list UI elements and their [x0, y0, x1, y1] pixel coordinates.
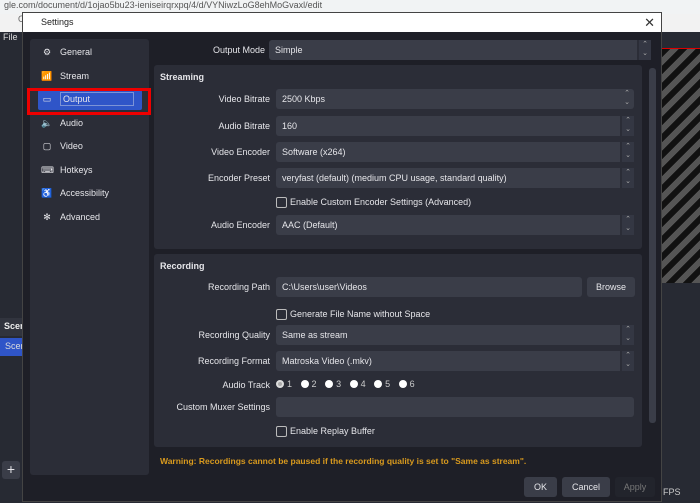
recording-group: Recording Recording Path C:\Users\user\V…: [154, 254, 642, 447]
settings-dialog: Settings ✕ ⚙ General 📶 Stream ▭ Output 🔈 Aud…: [22, 12, 662, 502]
recording-format-label: Recording Format: [197, 356, 270, 366]
sidebar-item-stream[interactable]: 📶 Stream: [38, 67, 142, 87]
video-bitrate-spinbox[interactable]: 2500 Kbps ⌃ ⌄: [276, 89, 634, 109]
output-mode-select[interactable]: Simple ⌃ ⌄: [269, 40, 651, 60]
custom-encoder-checkbox[interactable]: Enable Custom Encoder Settings (Advanced…: [276, 197, 471, 208]
speaker-icon: 🔈: [41, 118, 53, 128]
apply-button[interactable]: Apply: [615, 477, 655, 497]
scrollbar[interactable]: [649, 68, 656, 423]
audio-encoder-select[interactable]: AAC (Default) ⌃ ⌄: [276, 215, 634, 235]
audio-track-radio-6[interactable]: 6: [398, 379, 415, 389]
recording-title: Recording: [160, 261, 205, 271]
encoder-preset-label: Encoder Preset: [207, 173, 270, 183]
dialog-title-bar: Settings ✕: [23, 13, 661, 32]
antenna-icon: 📶: [41, 71, 53, 81]
encoder-preset-select[interactable]: veryfast (default) (medium CPU usage, st…: [276, 168, 634, 188]
sidebar-item-label: Hotkeys: [60, 165, 93, 175]
chevron-updown-icon: ⌃ ⌄: [620, 168, 634, 188]
monitor-icon: ▢: [42, 141, 52, 151]
sidebar-item-label: Audio: [60, 118, 84, 128]
radio-icon: [325, 380, 334, 388]
dialog-title: Settings: [41, 17, 74, 27]
recording-quality-value: Same as stream: [282, 330, 348, 340]
browse-button[interactable]: Browse: [587, 277, 635, 297]
audio-encoder-value: AAC (Default): [282, 220, 338, 230]
chevron-updown-icon: ⌃ ⌄: [620, 215, 634, 235]
video-encoder-label: Video Encoder: [211, 147, 270, 157]
warning-text: Warning: Recordings cannot be paused if …: [160, 456, 527, 466]
sidebar-item-label: Stream: [60, 71, 90, 81]
encoder-preset-value: veryfast (default) (medium CPU usage, st…: [282, 173, 507, 183]
output-mode-label: Output Mode: [212, 45, 265, 55]
video-bitrate-value: 2500 Kbps: [282, 94, 326, 104]
chevron-updown-icon: ⌃ ⌄: [620, 116, 634, 136]
cancel-button[interactable]: Cancel: [562, 477, 610, 497]
radio-icon: [398, 380, 407, 388]
ok-button[interactable]: OK: [524, 477, 557, 497]
radio-icon: [349, 380, 358, 388]
video-encoder-select[interactable]: Software (x264) ⌃ ⌄: [276, 142, 634, 162]
recording-format-select[interactable]: Matroska Video (.mkv) ⌃ ⌄: [276, 351, 634, 371]
sidebar-item-hotkeys[interactable]: ⌨ Hotkeys: [38, 161, 142, 181]
audio-bitrate-select[interactable]: 160 ⌃ ⌄: [276, 116, 634, 136]
output-mode-value: Simple: [275, 45, 303, 55]
custom-muxer-label: Custom Muxer Settings: [176, 402, 270, 412]
custom-muxer-input[interactable]: [276, 397, 634, 417]
no-space-checkbox[interactable]: Generate File Name without Space: [276, 309, 430, 320]
sidebar-item-audio[interactable]: 🔈 Audio: [38, 114, 142, 134]
sidebar-item-label: Advanced: [60, 212, 101, 222]
video-encoder-value: Software (x264): [282, 147, 346, 157]
preview-area: [662, 48, 700, 283]
recording-path-value: C:\Users\user\Videos: [282, 282, 367, 292]
audio-track-radio-1[interactable]: 1: [276, 379, 292, 389]
sidebar-item-label: Video: [60, 141, 83, 151]
audio-track-radio-2[interactable]: 2: [300, 379, 317, 389]
audio-encoder-label: Audio Encoder: [210, 220, 270, 230]
audio-track-radio-5[interactable]: 5: [374, 379, 390, 389]
streaming-group: Streaming Video Bitrate 2500 Kbps ⌃ ⌄ Audi…: [154, 65, 642, 249]
fps-label: FPS: [663, 487, 681, 497]
audio-track-radio-4[interactable]: 4: [349, 379, 366, 389]
sidebar-item-label: Accessibility: [60, 188, 110, 198]
highlight-box: [27, 88, 151, 115]
sidebar-item-advanced[interactable]: ✻ Advanced: [38, 208, 142, 228]
scenes-dock-title: Scenes: [0, 318, 22, 336]
recording-quality-select[interactable]: Same as stream ⌃ ⌄: [276, 325, 634, 345]
accessibility-icon: ♿: [41, 188, 53, 198]
add-scene-button[interactable]: +: [2, 461, 20, 479]
replay-buffer-checkbox[interactable]: Enable Replay Buffer: [276, 426, 375, 437]
recording-path-label: Recording Path: [207, 282, 270, 292]
audio-track-radio-3[interactable]: 3: [325, 379, 341, 389]
streaming-title: Streaming: [160, 72, 205, 82]
recording-path-input[interactable]: C:\Users\user\Videos: [276, 277, 582, 297]
sidebar-item-general[interactable]: ⚙ General: [38, 43, 142, 63]
advanced-icon: ✻: [43, 212, 51, 222]
keyboard-icon: ⌨: [41, 165, 54, 175]
chevron-updown-icon: ⌃ ⌄: [620, 325, 634, 345]
sidebar-item-video[interactable]: ▢ Video: [38, 137, 142, 157]
radio-icon: [300, 380, 309, 388]
recording-quality-label: Recording Quality: [198, 330, 270, 340]
recording-format-value: Matroska Video (.mkv): [282, 356, 372, 366]
audio-track-label: Audio Track: [222, 380, 270, 390]
radio-selected-icon: [276, 380, 284, 388]
audio-bitrate-label: Audio Bitrate: [218, 121, 270, 131]
spin-arrows-icon[interactable]: ⌃ ⌄: [620, 89, 634, 109]
sidebar-item-accessibility[interactable]: ♿ Accessibility: [38, 184, 142, 204]
close-icon[interactable]: ✕: [644, 15, 655, 31]
menu-file[interactable]: File: [0, 32, 22, 46]
audio-track-radios: 1 2 3 4 5 6: [276, 379, 421, 389]
chevron-updown-icon: ⌃ ⌄: [637, 40, 651, 60]
chevron-updown-icon: ⌃ ⌄: [620, 142, 634, 162]
gear-icon: ⚙: [42, 47, 52, 57]
sidebar-item-label: General: [60, 47, 93, 57]
radio-icon: [374, 380, 383, 388]
video-bitrate-label: Video Bitrate: [218, 94, 270, 104]
scene-list-item[interactable]: Scene: [0, 338, 22, 356]
audio-bitrate-value: 160: [282, 121, 298, 131]
chevron-updown-icon: ⌃ ⌄: [620, 351, 634, 371]
